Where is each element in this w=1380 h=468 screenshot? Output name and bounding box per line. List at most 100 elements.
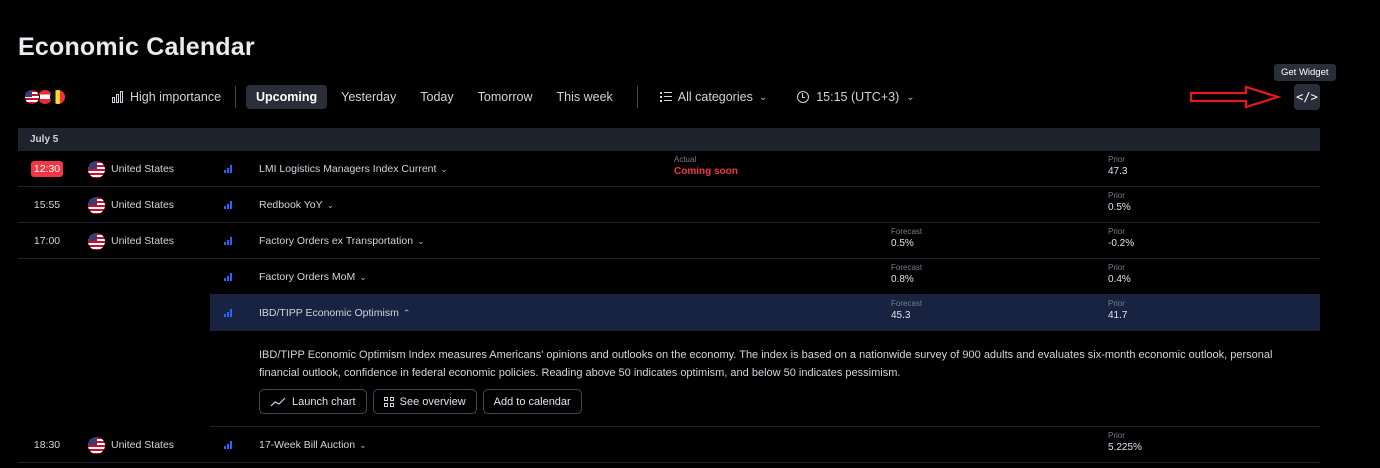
- high-importance-button[interactable]: High importance: [108, 86, 225, 108]
- prior-value: Prior 41.7: [1108, 298, 1127, 322]
- detail-actions: Launch chart See overview Add to calenda…: [259, 389, 582, 414]
- forecast-number: 0.5%: [891, 238, 914, 249]
- flag-us-icon: [24, 89, 40, 105]
- importance-bars-icon: [224, 223, 234, 259]
- event-label: Factory Orders ex Transportation: [259, 235, 414, 247]
- add-to-calendar-label: Add to calendar: [493, 395, 571, 408]
- tab-this-week[interactable]: This week: [547, 85, 623, 109]
- divider: [235, 86, 237, 108]
- actual-number: Coming soon: [674, 166, 738, 177]
- event-row[interactable]: 15:55 United States Redbook YoY ⌄ Prior …: [18, 187, 1320, 223]
- forecast-label: Forecast: [891, 227, 923, 236]
- event-country: United States: [88, 223, 174, 259]
- event-label: Redbook YoY: [259, 199, 323, 211]
- flag-us-icon: [88, 196, 105, 214]
- tab-upcoming[interactable]: Upcoming: [246, 85, 328, 109]
- tab-tomorrow[interactable]: Tomorrow: [468, 85, 543, 109]
- get-widget-tooltip: Get Widget: [1274, 64, 1336, 81]
- event-detail-panel: IBD/TIPP Economic Optimism Index measure…: [210, 331, 1320, 427]
- code-icon: </>: [1296, 90, 1318, 104]
- prior-value: Prior 0.5%: [1108, 190, 1131, 214]
- event-time: 15:55: [33, 199, 61, 211]
- prior-number: -0.2%: [1108, 238, 1135, 249]
- forecast-value: Forecast 0.8%: [891, 262, 922, 286]
- line-chart-icon: [270, 397, 286, 406]
- clock-icon: [797, 91, 810, 103]
- country-filter-button[interactable]: [24, 89, 80, 105]
- event-name[interactable]: IBD/TIPP Economic Optimism ⌃: [259, 295, 410, 331]
- event-name[interactable]: LMI Logistics Managers Index Current ⌄: [259, 151, 448, 187]
- list-icon: [659, 92, 672, 102]
- actual-label: Actual: [674, 155, 697, 164]
- prior-number: 47.3: [1108, 166, 1128, 177]
- event-label: Factory Orders MoM: [259, 271, 356, 283]
- event-time: 18:30: [33, 439, 61, 451]
- filter-toolbar: High importance Upcoming Yesterday Today…: [18, 83, 1320, 111]
- arrow-annotation: [1189, 85, 1282, 109]
- prior-number: 0.4%: [1108, 274, 1131, 285]
- tab-today[interactable]: Today: [410, 85, 463, 109]
- see-overview-button[interactable]: See overview: [372, 389, 477, 414]
- categories-label: All categories: [677, 90, 753, 104]
- actual-value: Actual Coming soon: [674, 154, 738, 178]
- country-label: United States: [111, 439, 175, 451]
- add-to-calendar-button[interactable]: Add to calendar: [482, 389, 582, 414]
- live-time-badge: 12:30: [30, 161, 64, 177]
- event-name[interactable]: 17-Week Bill Auction ⌄: [259, 427, 367, 463]
- chevron-down-icon: ⌄: [359, 439, 367, 450]
- event-row-selected[interactable]: IBD/TIPP Economic Optimism ⌃ Forecast 45…: [210, 295, 1320, 331]
- country-label: United States: [111, 235, 175, 247]
- forecast-value: Forecast 0.5%: [891, 226, 922, 250]
- flag-us-icon: [88, 436, 105, 454]
- forecast-value: Forecast 45.3: [891, 298, 922, 322]
- grid-icon: [383, 396, 394, 407]
- event-country: United States: [88, 151, 174, 187]
- event-label: LMI Logistics Managers Index Current: [259, 163, 437, 175]
- importance-bars-icon: [224, 151, 234, 187]
- high-importance-label: High importance: [130, 90, 222, 104]
- timezone-label: 15:15 (UTC+3): [816, 90, 900, 104]
- forecast-number: 0.8%: [891, 274, 914, 285]
- launch-chart-label: Launch chart: [292, 395, 356, 408]
- chevron-down-icon: ⌄: [440, 163, 448, 174]
- categories-dropdown[interactable]: All categories ⌄: [652, 86, 775, 108]
- get-widget-button[interactable]: </>: [1294, 84, 1320, 110]
- prior-number: 41.7: [1108, 310, 1128, 321]
- chevron-down-icon: ⌄: [758, 91, 768, 103]
- launch-chart-button[interactable]: Launch chart: [259, 389, 367, 414]
- divider: [636, 86, 638, 108]
- prior-label: Prior: [1108, 263, 1125, 272]
- flag-us-icon: [88, 160, 105, 178]
- timezone-dropdown[interactable]: 15:15 (UTC+3) ⌄: [791, 86, 920, 108]
- prior-label: Prior: [1108, 155, 1125, 164]
- forecast-label: Forecast: [891, 263, 923, 272]
- event-time: 12:30: [30, 151, 64, 187]
- event-name[interactable]: Factory Orders MoM ⌄: [259, 259, 367, 295]
- event-description: IBD/TIPP Economic Optimism Index measure…: [259, 349, 1273, 379]
- event-row[interactable]: 17:00 United States Factory Orders ex Tr…: [18, 223, 1320, 259]
- tab-yesterday[interactable]: Yesterday: [331, 85, 406, 109]
- event-row[interactable]: Factory Orders MoM ⌄ Forecast 0.8% Prior…: [210, 259, 1320, 295]
- forecast-label: Forecast: [891, 299, 923, 308]
- country-label: United States: [111, 199, 175, 211]
- date-header: July 5: [18, 128, 1320, 151]
- prior-label: Prior: [1108, 299, 1125, 308]
- bar-chart-icon: [112, 91, 124, 103]
- prior-label: Prior: [1108, 227, 1125, 236]
- forecast-number: 45.3: [891, 310, 911, 321]
- event-name[interactable]: Redbook YoY ⌄: [259, 187, 334, 223]
- event-country: United States: [88, 427, 174, 463]
- prior-number: 5.225%: [1108, 442, 1142, 453]
- prior-number: 0.5%: [1108, 202, 1131, 213]
- prior-value: Prior 0.4%: [1108, 262, 1131, 286]
- event-name[interactable]: Factory Orders ex Transportation ⌄: [259, 223, 425, 259]
- event-row[interactable]: 18:30 United States 17-Week Bill Auction…: [18, 427, 1320, 463]
- importance-bars-icon: [224, 187, 234, 223]
- chevron-up-icon: ⌃: [402, 307, 411, 318]
- event-row[interactable]: 12:30 United States LMI Logistics Manage…: [18, 151, 1320, 187]
- chevron-down-icon: ⌄: [906, 91, 915, 103]
- importance-bars-icon: [224, 427, 234, 463]
- importance-bars-icon: [224, 295, 234, 331]
- chevron-down-icon: ⌄: [359, 271, 367, 282]
- event-time: 17:00: [33, 235, 61, 247]
